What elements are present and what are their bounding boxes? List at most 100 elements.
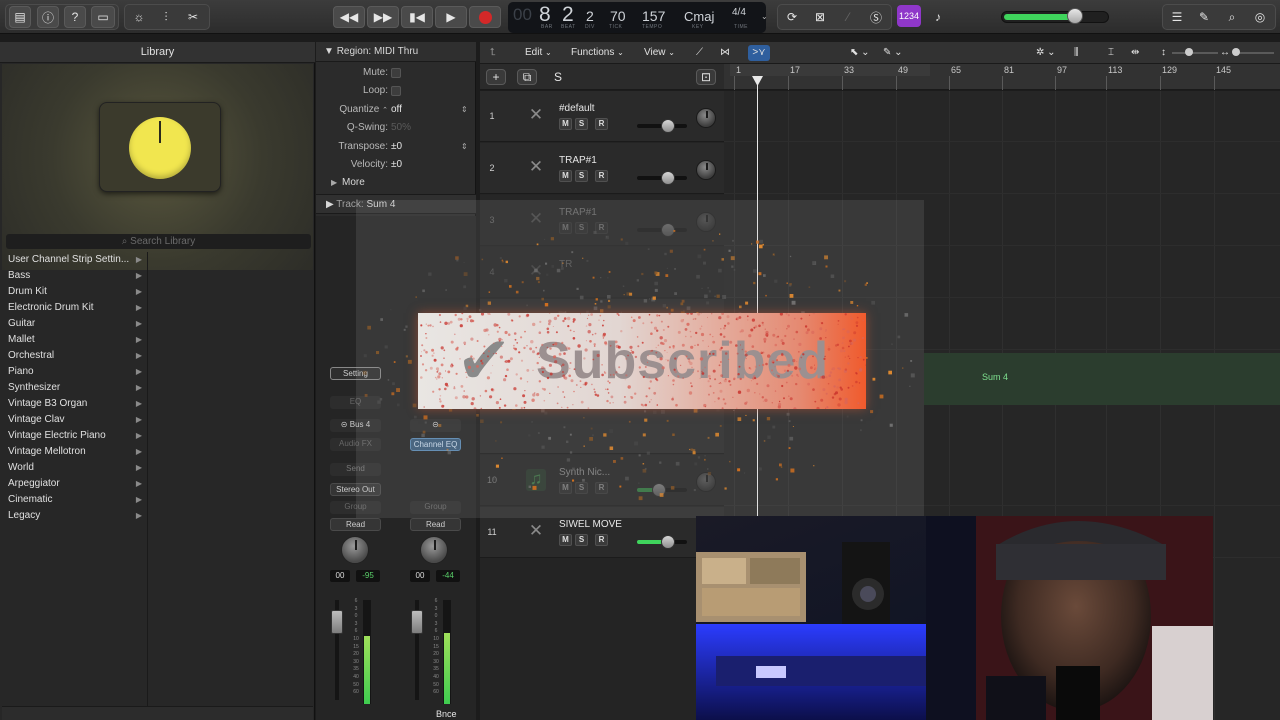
horizontal-zoom-icon[interactable]: ↔	[1220, 45, 1230, 61]
vertical-zoom-slider[interactable]	[1172, 52, 1218, 54]
pan-knob-left[interactable]	[341, 536, 369, 564]
lcd-display[interactable]: 00 8 2 2 70 157 Cmaj 4/4 BAR BEAT DIV TI…	[508, 2, 768, 33]
add-track-button[interactable]: +	[486, 69, 506, 85]
solo-icon[interactable]: Ⓢ	[864, 6, 888, 28]
library-item[interactable]: Electronic Drum Kit ▶	[2, 300, 147, 316]
mixer-icon[interactable]: ⫶	[154, 6, 178, 28]
library-item[interactable]: Cinematic ▶	[2, 492, 147, 508]
mute-button[interactable]: M	[559, 170, 572, 182]
volume-fader-right[interactable]	[411, 610, 423, 634]
track-lane[interactable]	[724, 143, 1280, 194]
more-row[interactable]: ▶ More	[316, 174, 476, 192]
horizontal-fit-icon[interactable]: ⇹	[1131, 45, 1139, 61]
library-item[interactable]: Orchestral ▶	[2, 348, 147, 364]
transpose-row[interactable]: Transpose: ±0 ⇕	[316, 138, 476, 156]
volume-fader-left[interactable]	[331, 610, 343, 634]
pointer-tool-icon[interactable]: ⬉ ⌄	[850, 45, 870, 61]
track-name[interactable]: #default	[559, 103, 595, 114]
editors-scissors-icon[interactable]: ✂	[181, 6, 205, 28]
master-volume-handle[interactable]	[1067, 8, 1083, 24]
bar-ruler[interactable]: 1 17 33 49 65 81 97 113 129 145	[724, 64, 1280, 90]
track-row[interactable]: 1 ✕ #default M S R	[480, 91, 724, 142]
pan-knob-right[interactable]	[420, 536, 448, 564]
lcd-menu-chevron-icon[interactable]: ⌄	[761, 12, 768, 21]
fast-forward-button[interactable]: ▶▶	[367, 6, 399, 28]
velocity-row[interactable]: Velocity: ±0	[316, 156, 476, 174]
gear-icon[interactable]: ✲ ⌄	[1036, 45, 1056, 61]
inspector-icon[interactable]: ⓘ	[37, 6, 59, 28]
track-volume-handle[interactable]	[661, 171, 675, 185]
track-row[interactable]: 2 ✕ TRAP#1 M S R	[480, 143, 724, 194]
library-item[interactable]: User Channel Strip Settin... ▶	[2, 252, 147, 268]
horizontal-zoom-slider[interactable]	[1234, 52, 1274, 54]
library-item[interactable]: Vintage Mellotron ▶	[2, 444, 147, 460]
smart-controls-icon[interactable]: ☼	[127, 6, 151, 28]
automation-icon[interactable]: ⟋	[696, 45, 703, 61]
library-item[interactable]: Vintage Electric Piano ▶	[2, 428, 147, 444]
record-enable-button[interactable]: R	[595, 534, 608, 546]
autopunch-icon[interactable]: ⁄	[836, 6, 860, 28]
library-item[interactable]: Mallet ▶	[2, 332, 147, 348]
list-editors-icon[interactable]: ☰	[1165, 6, 1189, 28]
track-pan-knob[interactable]	[696, 108, 716, 128]
library-item[interactable]: Legacy ▶	[2, 508, 147, 524]
quantize-row[interactable]: Quantize ⌃ off ⇕	[316, 101, 476, 119]
functions-menu[interactable]: Functions ⌄	[571, 45, 624, 61]
help-icon[interactable]: ?	[64, 6, 86, 28]
pencil-tool-icon[interactable]: ✎ ⌄	[883, 45, 903, 61]
library-item[interactable]: Synthesizer ▶	[2, 380, 147, 396]
mute-checkbox[interactable]	[391, 68, 401, 78]
library-item[interactable]: Arpeggiator ▶	[2, 476, 147, 492]
record-enable-button[interactable]: R	[595, 170, 608, 182]
browser-search-icon[interactable]: ⌕	[1220, 6, 1244, 28]
loops-icon[interactable]: ◎	[1248, 6, 1272, 28]
library-item[interactable]: Drum Kit ▶	[2, 284, 147, 300]
velocity-value[interactable]: ±0	[391, 156, 402, 174]
record-button[interactable]	[469, 6, 501, 28]
subscribe-button-overlay[interactable]: ✔ Subscribed	[418, 313, 866, 409]
vertical-zoom-icon[interactable]: ↕	[1161, 45, 1166, 61]
track-header-menu-icon[interactable]: ⊡	[696, 69, 716, 85]
track-name[interactable]: TRAP#1	[559, 155, 597, 166]
mute-button[interactable]: M	[559, 534, 572, 546]
track-volume-handle[interactable]	[661, 119, 675, 133]
play-button[interactable]: ▶	[435, 6, 467, 28]
edit-menu[interactable]: Edit ⌄	[525, 45, 552, 61]
record-enable-button[interactable]: R	[595, 118, 608, 130]
solo-button[interactable]: S	[575, 170, 588, 182]
note-pad-icon[interactable]: ✎	[1192, 6, 1216, 28]
metronome-icon[interactable]: ♪	[926, 6, 950, 28]
library-item[interactable]: Piano ▶	[2, 364, 147, 380]
horizontal-zoom-handle[interactable]	[1232, 48, 1240, 56]
library-item[interactable]: Vintage Clav ▶	[2, 412, 147, 428]
library-item[interactable]: World ▶	[2, 460, 147, 476]
flex-icon[interactable]: ⋈	[720, 45, 730, 61]
global-solo-button[interactable]: S	[548, 69, 568, 85]
replace-icon[interactable]: ⊠	[808, 6, 832, 28]
library-item[interactable]: Bass ▶	[2, 268, 147, 284]
snap-catch-icon[interactable]: >⋎	[748, 45, 770, 61]
toolbar-icon[interactable]: ▭	[91, 6, 115, 28]
library-icon[interactable]: ▤	[9, 6, 31, 28]
region-inspector-header[interactable]: ▼ Region: MIDI Thru	[316, 42, 476, 62]
solo-button[interactable]: S	[575, 534, 588, 546]
track-pan-knob[interactable]	[696, 160, 716, 180]
rewind-button[interactable]: ◀◀	[333, 6, 365, 28]
quantize-value[interactable]: off	[391, 101, 402, 119]
region-sum-4[interactable]	[924, 353, 1280, 405]
count-in-button[interactable]: 1234	[897, 5, 921, 27]
loop-checkbox[interactable]	[391, 86, 401, 96]
track-lane[interactable]	[724, 91, 1280, 142]
cycle-icon[interactable]: ⟳	[780, 6, 804, 28]
view-menu[interactable]: View ⌄	[644, 45, 675, 61]
go-to-start-button[interactable]: ▮◀	[401, 6, 433, 28]
vertical-align-icon[interactable]: ⌶	[1108, 45, 1114, 61]
solo-button[interactable]: S	[575, 118, 588, 130]
duplicate-track-icon[interactable]: ⧉	[517, 69, 537, 85]
waveform-zoom-icon[interactable]: ⫼	[1074, 45, 1079, 61]
library-search-input[interactable]: ⌕ Search Library	[6, 234, 311, 249]
catch-playhead-icon[interactable]: ⮤	[490, 45, 496, 61]
mute-button[interactable]: M	[559, 118, 572, 130]
vertical-zoom-handle[interactable]	[1185, 48, 1193, 56]
library-item[interactable]: Guitar ▶	[2, 316, 147, 332]
